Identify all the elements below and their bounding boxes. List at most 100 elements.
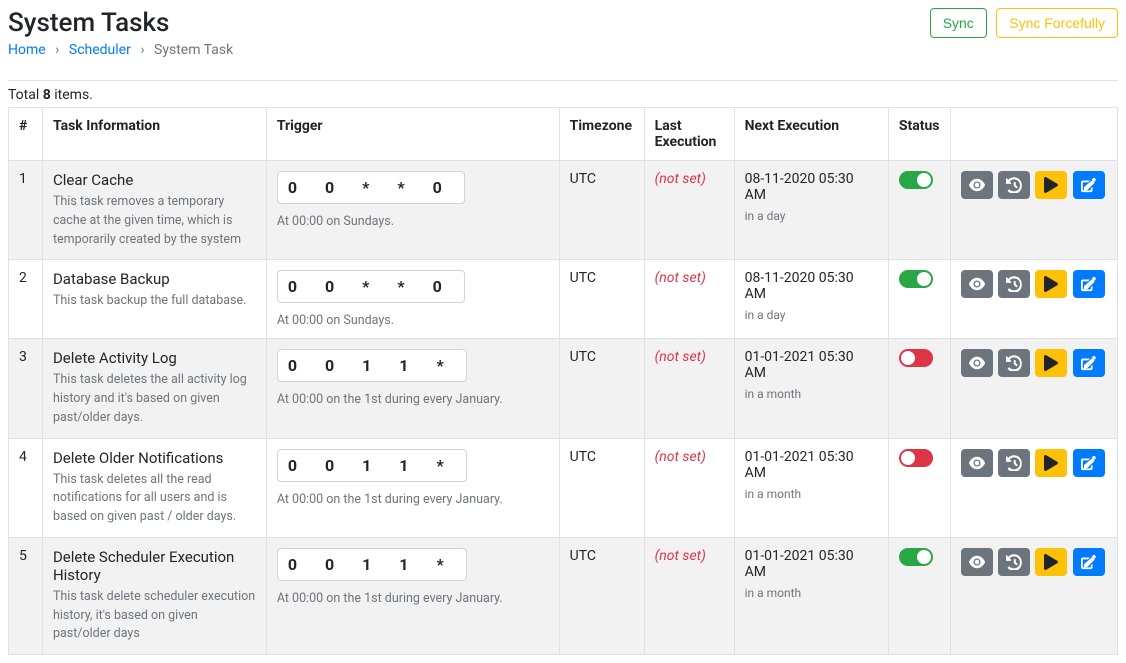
eye-icon xyxy=(969,554,985,570)
status-toggle[interactable] xyxy=(899,548,933,566)
run-button[interactable] xyxy=(1035,349,1067,377)
edit-icon xyxy=(1081,554,1097,570)
task-desc: This task backup the full database. xyxy=(53,292,256,311)
row-num: 3 xyxy=(9,339,43,438)
table-row: 1 Clear Cache This task removes a tempor… xyxy=(9,161,1118,260)
edit-button[interactable] xyxy=(1073,449,1105,477)
view-button[interactable] xyxy=(961,449,993,477)
edit-button[interactable] xyxy=(1073,548,1105,576)
next-execution-time: 01-01-2021 05:30 AM xyxy=(745,349,878,381)
table-row: 3 Delete Activity Log This task deletes … xyxy=(9,339,1118,438)
status-toggle[interactable] xyxy=(899,171,933,189)
col-task: Task Information xyxy=(42,108,266,161)
task-desc: This task removes a temporary cache at t… xyxy=(53,193,256,249)
history-button[interactable] xyxy=(998,449,1030,477)
view-button[interactable] xyxy=(961,171,993,199)
status-toggle[interactable] xyxy=(899,449,933,467)
play-icon xyxy=(1043,276,1059,292)
next-execution-time: 08-11-2020 05:30 AM xyxy=(745,270,878,302)
eye-icon xyxy=(969,177,985,193)
next-execution-time: 01-01-2021 05:30 AM xyxy=(745,449,878,481)
cron-expression: 0 0 * * 0 xyxy=(277,171,465,204)
row-num: 2 xyxy=(9,260,43,339)
col-trigger: Trigger xyxy=(266,108,559,161)
edit-icon xyxy=(1081,177,1097,193)
sync-forcefully-button[interactable]: Sync Forcefully xyxy=(996,8,1118,38)
breadcrumb-sep: › xyxy=(55,42,59,58)
history-icon xyxy=(1006,355,1022,371)
next-execution-relative: in a month xyxy=(745,387,878,401)
task-name: Delete Activity Log xyxy=(53,349,256,367)
history-button[interactable] xyxy=(998,548,1030,576)
run-button[interactable] xyxy=(1035,171,1067,199)
col-timezone: Timezone xyxy=(559,108,644,161)
last-execution: (not set) xyxy=(655,548,706,564)
last-execution: (not set) xyxy=(655,349,706,365)
history-icon xyxy=(1006,455,1022,471)
sync-button[interactable]: Sync xyxy=(930,8,987,38)
task-desc: This task deletes all the read notificat… xyxy=(53,471,256,527)
cron-desc: At 00:00 on Sundays. xyxy=(277,214,549,229)
breadcrumb-home[interactable]: Home xyxy=(8,42,46,58)
table-row: 4 Delete Older Notifications This task d… xyxy=(9,438,1118,537)
timezone: UTC xyxy=(559,537,644,654)
eye-icon xyxy=(969,455,985,471)
table-row: 2 Database Backup This task backup the f… xyxy=(9,260,1118,339)
view-button[interactable] xyxy=(961,349,993,377)
breadcrumb-current: System Task xyxy=(154,42,233,58)
history-icon xyxy=(1006,554,1022,570)
history-button[interactable] xyxy=(998,171,1030,199)
history-icon xyxy=(1006,276,1022,292)
run-button[interactable] xyxy=(1035,548,1067,576)
timezone: UTC xyxy=(559,339,644,438)
breadcrumb-scheduler[interactable]: Scheduler xyxy=(69,42,131,58)
cron-expression: 0 0 1 1 * xyxy=(277,548,467,581)
col-status: Status xyxy=(888,108,950,161)
task-desc: This task deletes the all activity log h… xyxy=(53,371,256,427)
next-execution-relative: in a day xyxy=(745,308,878,322)
edit-button[interactable] xyxy=(1073,270,1105,298)
history-icon xyxy=(1006,177,1022,193)
last-execution: (not set) xyxy=(655,270,706,286)
play-icon xyxy=(1043,554,1059,570)
cron-desc: At 00:00 on Sundays. xyxy=(277,313,549,328)
task-name: Clear Cache xyxy=(53,171,256,189)
col-num: # xyxy=(9,108,43,161)
last-execution: (not set) xyxy=(655,449,706,465)
edit-icon xyxy=(1081,355,1097,371)
task-name: Delete Older Notifications xyxy=(53,449,256,467)
eye-icon xyxy=(969,355,985,371)
page-title: System Tasks xyxy=(8,8,233,38)
play-icon xyxy=(1043,455,1059,471)
play-icon xyxy=(1043,355,1059,371)
divider xyxy=(8,80,1118,81)
next-execution-relative: in a day xyxy=(745,209,878,223)
cron-desc: At 00:00 on the 1st during every January… xyxy=(277,492,549,507)
run-button[interactable] xyxy=(1035,270,1067,298)
breadcrumb: Home › Scheduler › System Task xyxy=(8,42,233,58)
eye-icon xyxy=(969,276,985,292)
view-button[interactable] xyxy=(961,548,993,576)
run-button[interactable] xyxy=(1035,449,1067,477)
timezone: UTC xyxy=(559,438,644,537)
history-button[interactable] xyxy=(998,270,1030,298)
task-name: Delete Scheduler Execution History xyxy=(53,548,256,584)
col-actions xyxy=(950,108,1118,161)
status-toggle[interactable] xyxy=(899,349,933,367)
task-desc: This task delete scheduler execution his… xyxy=(53,588,256,644)
edit-button[interactable] xyxy=(1073,171,1105,199)
view-button[interactable] xyxy=(961,270,993,298)
next-execution-time: 08-11-2020 05:30 AM xyxy=(745,171,878,203)
task-name: Database Backup xyxy=(53,270,256,288)
history-button[interactable] xyxy=(998,349,1030,377)
cron-expression: 0 0 1 1 * xyxy=(277,449,467,482)
play-icon xyxy=(1043,177,1059,193)
breadcrumb-sep: › xyxy=(140,42,144,58)
edit-button[interactable] xyxy=(1073,349,1105,377)
row-num: 4 xyxy=(9,438,43,537)
status-toggle[interactable] xyxy=(899,270,933,288)
row-num: 5 xyxy=(9,537,43,654)
cron-desc: At 00:00 on the 1st during every January… xyxy=(277,591,549,606)
timezone: UTC xyxy=(559,260,644,339)
cron-expression: 0 0 1 1 * xyxy=(277,349,467,382)
